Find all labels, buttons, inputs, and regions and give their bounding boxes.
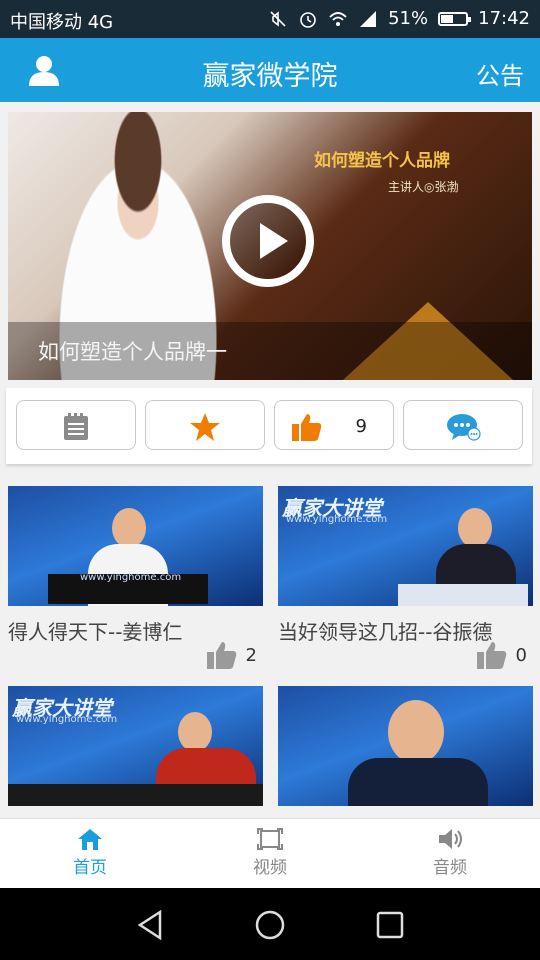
comment-icon	[447, 414, 481, 441]
video-likes: 2	[206, 640, 257, 670]
poster-subtitle: 主讲人◎张渤	[388, 180, 459, 194]
video-thumbnail[interactable]	[278, 686, 533, 806]
like-count: 9	[355, 416, 367, 437]
video-like-count: 0	[515, 644, 527, 666]
tab-home-label: 首页	[73, 858, 107, 878]
tab-home[interactable]: 首页	[0, 827, 180, 878]
speaker-image	[458, 508, 492, 548]
mute-icon	[270, 10, 286, 27]
recents-icon[interactable]	[373, 908, 407, 942]
desk	[8, 784, 263, 806]
desk	[398, 584, 528, 606]
thumbs-up-icon	[292, 414, 322, 441]
video-like-count: 2	[245, 644, 257, 666]
video-thumbnail[interactable]: 赢家大讲堂 www.yinghome.com	[278, 486, 533, 606]
app-header: 赢家微学院 公告	[0, 38, 540, 102]
battery-icon	[438, 11, 472, 26]
bottom-tab-bar: 首页 视频 音频	[0, 818, 540, 889]
battery-percent: 51%	[388, 8, 429, 29]
like-button[interactable]: 9	[274, 400, 394, 450]
status-icons: 51% 17:42	[268, 8, 530, 29]
alarm-icon	[300, 11, 316, 28]
home-icon	[78, 829, 102, 850]
notes-button[interactable]	[16, 400, 136, 450]
thumbnail-url: www.yinghome.com	[16, 714, 118, 725]
speaker-image	[388, 700, 444, 764]
video-frame-icon	[257, 828, 283, 850]
speaker-image	[178, 712, 212, 752]
tab-audio-label: 音频	[433, 858, 467, 878]
caption-bar: 如何塑造个人品牌一	[8, 322, 532, 380]
video-thumbnail[interactable]: www.yinghome.com	[8, 486, 263, 606]
favorite-button[interactable]	[145, 400, 265, 450]
thumbs-up-icon	[206, 642, 236, 669]
app-title: 赢家微学院	[202, 61, 338, 92]
video-likes: 0	[476, 640, 527, 670]
tab-video[interactable]: 视频	[180, 827, 360, 878]
action-bar: 9	[6, 388, 532, 464]
carrier-label: 中国移动 4G	[10, 12, 114, 33]
tab-video-label: 视频	[253, 858, 287, 878]
clock: 17:42	[478, 8, 530, 29]
thumbnail-url: www.yinghome.com	[80, 572, 182, 583]
wifi-icon	[329, 11, 347, 26]
status-bar: 中国移动 4G 51% 17:42	[0, 0, 540, 38]
speaker-body	[348, 758, 488, 806]
video-card[interactable]	[278, 686, 533, 806]
notes-icon	[64, 413, 88, 440]
thumbs-up-icon	[476, 642, 506, 669]
home-button-icon[interactable]	[253, 908, 287, 942]
speaker-icon	[439, 829, 462, 849]
video-card[interactable]: 赢家大讲堂 www.yinghome.com	[8, 686, 263, 806]
battery-fill	[441, 14, 454, 23]
comment-button[interactable]	[403, 400, 523, 450]
poster-title: 如何塑造个人品牌	[314, 151, 450, 171]
star-icon	[190, 413, 220, 441]
play-icon[interactable]	[222, 195, 314, 287]
system-nav-bar	[0, 888, 540, 960]
back-icon[interactable]	[134, 908, 168, 942]
featured-video[interactable]: 如何塑造个人品牌 主讲人◎张渤 如何塑造个人品牌一	[8, 112, 532, 380]
video-thumbnail[interactable]: 赢家大讲堂 www.yinghome.com	[8, 686, 263, 806]
notice-button[interactable]: 公告	[476, 56, 524, 91]
thumbnail-url: www.yinghome.com	[286, 514, 388, 525]
tab-audio[interactable]: 音频	[360, 827, 540, 878]
signal-icon	[360, 10, 377, 27]
video-card[interactable]: www.yinghome.com 得人得天下--姜博仁 2	[8, 486, 263, 669]
speaker-image	[112, 508, 146, 548]
featured-caption: 如何塑造个人品牌一	[38, 340, 227, 364]
video-card[interactable]: 赢家大讲堂 www.yinghome.com 当好领导这几招--谷振德 0	[278, 486, 533, 669]
